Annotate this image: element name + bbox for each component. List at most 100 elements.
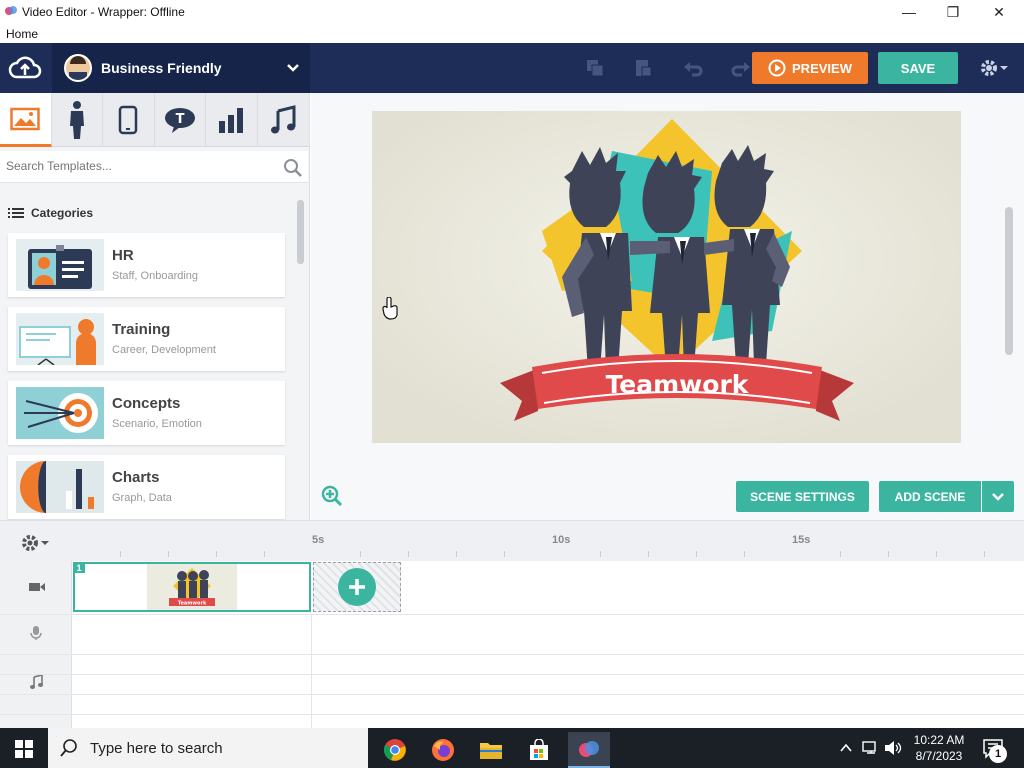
hand-cursor-icon (382, 297, 398, 320)
music-note-icon (271, 105, 296, 134)
add-scene-button[interactable]: ADD SCENE (879, 481, 981, 512)
window-titlebar: Video Editor - Wrapper: Offline — ❐ ✕ (0, 0, 1024, 24)
taskbar-firefox[interactable] (422, 732, 464, 768)
timeline-marker: 10s (552, 534, 571, 546)
categories-heading: Categories (8, 206, 93, 220)
category-subtitle: Career, Development (112, 344, 216, 356)
paste-icon[interactable] (632, 57, 654, 79)
menu-bar: Home (0, 24, 1024, 43)
tab-text[interactable]: T (155, 93, 207, 147)
category-thumbnail (16, 387, 104, 439)
chevron-down-icon (287, 64, 299, 72)
category-card-training[interactable]: Training Career, Development (8, 307, 285, 371)
chevron-down-icon (992, 492, 1004, 501)
zoom-in-icon[interactable] (321, 485, 343, 507)
category-subtitle: Staff, Onboarding (112, 270, 199, 282)
category-card-charts[interactable]: Charts Graph, Data (8, 455, 285, 519)
image-icon (10, 107, 41, 130)
taskbar-file-explorer[interactable] (470, 732, 512, 768)
settings-gear-icon[interactable] (980, 58, 1010, 78)
category-card-concepts[interactable]: Concepts Scenario, Emotion (8, 381, 285, 445)
notification-badge: 1 (989, 745, 1007, 763)
preview-button[interactable]: PREVIEW (752, 52, 868, 84)
taskbar-video-editor[interactable] (568, 732, 610, 768)
category-thumbnail (16, 239, 104, 291)
svg-text:T: T (176, 112, 185, 127)
search-icon[interactable] (283, 158, 303, 178)
taskbar-clock[interactable]: 10:22 AM 8/7/2023 (904, 732, 974, 764)
taskbar-store[interactable] (518, 732, 560, 768)
stage-scrollbar[interactable] (1005, 207, 1013, 355)
taskbar-search-placeholder: Type here to search (90, 739, 223, 757)
app-toolbar: Business Friendly (0, 43, 1024, 93)
preview-label: PREVIEW (792, 60, 852, 76)
taskbar-chrome[interactable] (374, 732, 416, 768)
cloud-upload-icon[interactable] (8, 55, 42, 81)
category-subtitle: Graph, Data (112, 492, 172, 504)
video-editor-app-icon (579, 741, 599, 757)
category-thumbnail (16, 313, 104, 365)
chrome-icon (383, 739, 406, 761)
template-search (0, 151, 308, 183)
scene-number: 1 (73, 562, 85, 573)
copy-icon[interactable] (584, 57, 606, 79)
redo-icon[interactable] (730, 57, 752, 79)
video-track-icon (29, 583, 45, 591)
folder-icon (480, 743, 502, 759)
add-scene-dropdown[interactable] (982, 481, 1014, 512)
tab-images[interactable] (0, 93, 52, 147)
menu-home[interactable]: Home (6, 27, 38, 41)
tab-props[interactable] (103, 93, 155, 147)
search-icon (60, 739, 77, 757)
tab-music[interactable] (258, 93, 309, 147)
restore-button[interactable]: ❐ (930, 0, 976, 24)
bar-chart-icon (218, 108, 243, 133)
timeline: 5s 10s 15s (0, 520, 1024, 729)
scene-clip[interactable]: Teamwork (73, 562, 311, 612)
play-circle-icon (768, 59, 786, 77)
tab-characters[interactable] (52, 93, 104, 147)
category-title: HR (112, 247, 134, 264)
undo-icon[interactable] (682, 57, 704, 79)
firefox-icon (432, 739, 454, 761)
teamwork-illustration: Teamwork (372, 111, 961, 443)
window-title: Video Editor - Wrapper: Offline (22, 5, 185, 19)
panel-scrollbar[interactable] (297, 200, 304, 264)
music-track-icon (30, 674, 43, 689)
chevron-up-icon[interactable] (838, 740, 854, 756)
category-card-hr[interactable]: HR Staff, Onboarding (8, 233, 285, 297)
track-labels (0, 561, 72, 729)
character-icon (69, 101, 84, 139)
scene-settings-button[interactable]: SCENE SETTINGS (736, 481, 869, 512)
search-input[interactable] (6, 159, 266, 173)
category-thumbnail (16, 461, 104, 513)
categories-label: Categories (31, 206, 94, 220)
clock-date: 8/7/2023 (915, 749, 963, 763)
add-scene-plus-icon[interactable] (338, 568, 376, 606)
taskbar-search[interactable]: Type here to search (48, 728, 368, 768)
theme-selector[interactable]: Business Friendly (52, 43, 310, 93)
timeline-settings-icon[interactable] (20, 533, 50, 553)
banner-text: Teamwork (606, 370, 750, 399)
scene-canvas[interactable]: Teamwork (372, 111, 961, 443)
list-icon (8, 208, 24, 218)
network-icon[interactable] (862, 740, 880, 756)
theme-label: Business Friendly (101, 60, 222, 76)
asset-panel: T Categories (0, 93, 310, 520)
clock-time: 10:22 AM (913, 733, 965, 747)
tab-charts[interactable] (206, 93, 258, 147)
volume-icon[interactable] (884, 740, 902, 756)
scene-thumbnail: Teamwork (147, 564, 237, 610)
category-title: Concepts (112, 395, 181, 412)
store-icon (530, 739, 548, 760)
windows-start-icon[interactable] (15, 740, 33, 758)
asset-tabs: T (0, 93, 309, 147)
minimize-button[interactable]: — (886, 0, 932, 24)
close-button[interactable]: ✕ (976, 0, 1022, 24)
phone-icon (119, 105, 138, 135)
windows-taskbar: Type here to search 10:22 AM 8/7/2023 1 (0, 728, 1024, 768)
save-button[interactable]: SAVE (878, 52, 958, 84)
app-logo-icon (5, 6, 17, 15)
category-subtitle: Scenario, Emotion (112, 418, 202, 430)
thumbnail-banner-text: Teamwork (178, 601, 207, 607)
